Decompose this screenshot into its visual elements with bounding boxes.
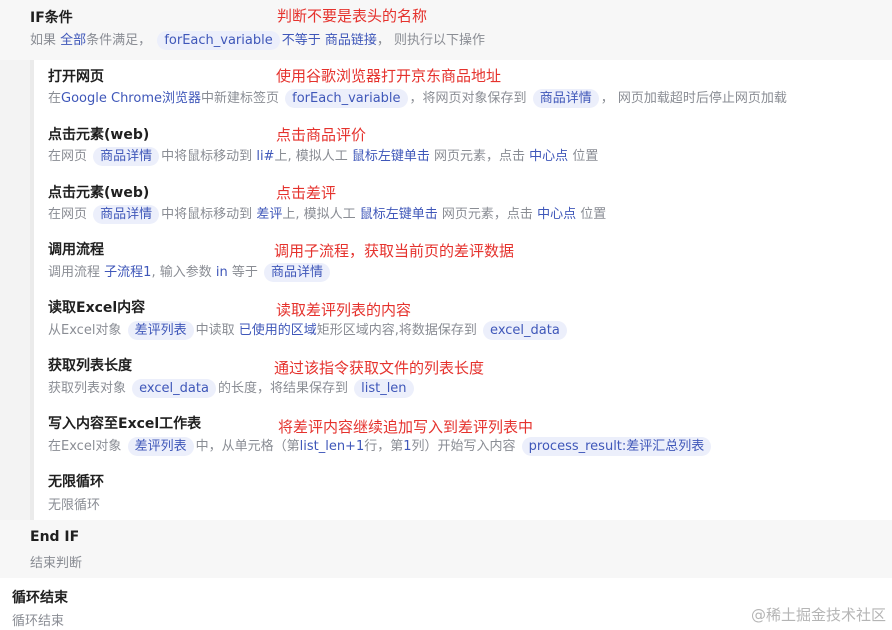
if-annotation: 判断不要是表头的名称 bbox=[277, 7, 428, 25]
if-title: IF条件 bbox=[30, 10, 73, 26]
variable-chip[interactable]: 差评列表 bbox=[127, 321, 194, 340]
step-description: 从Excel对象 差评列表 中读取 已使用的区域矩形区域内容,将数据保存到 exc… bbox=[48, 319, 569, 340]
if-description: 如果 全部条件满足， forEach_variable 不等于 商品链接， 则执行… bbox=[30, 31, 486, 50]
step-annotation: 将差评内容继续追加写入到差评列表中 bbox=[278, 418, 534, 436]
variable-chip[interactable]: forEach_variable bbox=[157, 31, 280, 50]
workflow-panel: IF条件 判断不要是表头的名称 如果 全部条件满足， forEach_varia… bbox=[0, 0, 892, 630]
step-title-click-element[interactable]: 点击元素(web) bbox=[48, 182, 149, 202]
step-annotation: 点击商品评价 bbox=[276, 126, 367, 144]
variable-chip[interactable]: excel_data bbox=[132, 379, 216, 398]
step-annotation: 点击差评 bbox=[276, 184, 337, 202]
end-if-row[interactable] bbox=[0, 520, 892, 578]
loop-end-title[interactable]: 循环结束 bbox=[12, 587, 68, 607]
step-title-read-excel[interactable]: 读取Excel内容 bbox=[48, 297, 145, 317]
step-title-list-length[interactable]: 获取列表长度 bbox=[48, 355, 132, 375]
step-title-write-excel[interactable]: 写入内容至Excel工作表 bbox=[48, 413, 201, 433]
step-annotation: 使用谷歌浏览器打开京东商品地址 bbox=[276, 67, 502, 85]
step-title-infinite-loop[interactable]: 无限循环 bbox=[48, 471, 104, 491]
variable-chip[interactable]: 商品详情 bbox=[532, 89, 599, 108]
end-if-description: 结束判断 bbox=[30, 556, 83, 571]
step-title-open-webpage[interactable]: 打开网页 bbox=[48, 66, 104, 86]
indent-bar bbox=[30, 60, 34, 520]
step-description: 获取列表对象 excel_data 的长度，将结果保存到 list_len bbox=[48, 377, 416, 398]
end-if-title: End IF bbox=[30, 529, 80, 545]
step-title-call-flow[interactable]: 调用流程 bbox=[48, 239, 104, 259]
variable-chip[interactable]: list_len bbox=[354, 379, 414, 398]
loop-end-description: 循环结束 bbox=[12, 614, 65, 629]
step-annotation: 通过该指令获取文件的列表长度 bbox=[274, 359, 485, 377]
step-description: 在网页 商品详情 中将鼠标移动到 li#上, 模拟人工 鼠标左键单击 网页元素，点… bbox=[48, 147, 599, 166]
variable-chip[interactable]: 商品详情 bbox=[93, 205, 160, 224]
variable-chip[interactable]: 商品详情 bbox=[93, 147, 160, 166]
step-description: 调用流程 子流程1, 输入参数 in 等于 商品详情 bbox=[48, 261, 332, 282]
step-annotation: 读取差评列表的内容 bbox=[276, 301, 412, 319]
step-description: 在Google Chrome浏览器中新建标签页 forEach_variable… bbox=[48, 89, 787, 108]
variable-chip[interactable]: process_result:差评汇总列表 bbox=[521, 437, 712, 456]
variable-chip[interactable]: 差评列表 bbox=[127, 437, 194, 456]
all-keyword: 全部 bbox=[60, 33, 87, 48]
step-description: 在网页 商品详情 中将鼠标移动到 差评上, 模拟人工 鼠标左键单击 网页元素，点击… bbox=[48, 205, 607, 224]
watermark: @稀土掘金技术社区 bbox=[750, 606, 886, 624]
step-description: 在Excel对象 差评列表 中，从单元格（第list_len+1行，第1列）开始写… bbox=[48, 435, 713, 456]
step-description: 无限循环 bbox=[48, 498, 101, 513]
variable-chip[interactable]: 商品详情 bbox=[264, 263, 331, 282]
step-title-click-element[interactable]: 点击元素(web) bbox=[48, 124, 149, 144]
variable-chip[interactable]: excel_data bbox=[483, 321, 567, 340]
variable-chip[interactable]: forEach_variable bbox=[285, 89, 408, 108]
step-annotation: 调用子流程，获取当前页的差评数据 bbox=[274, 242, 515, 260]
